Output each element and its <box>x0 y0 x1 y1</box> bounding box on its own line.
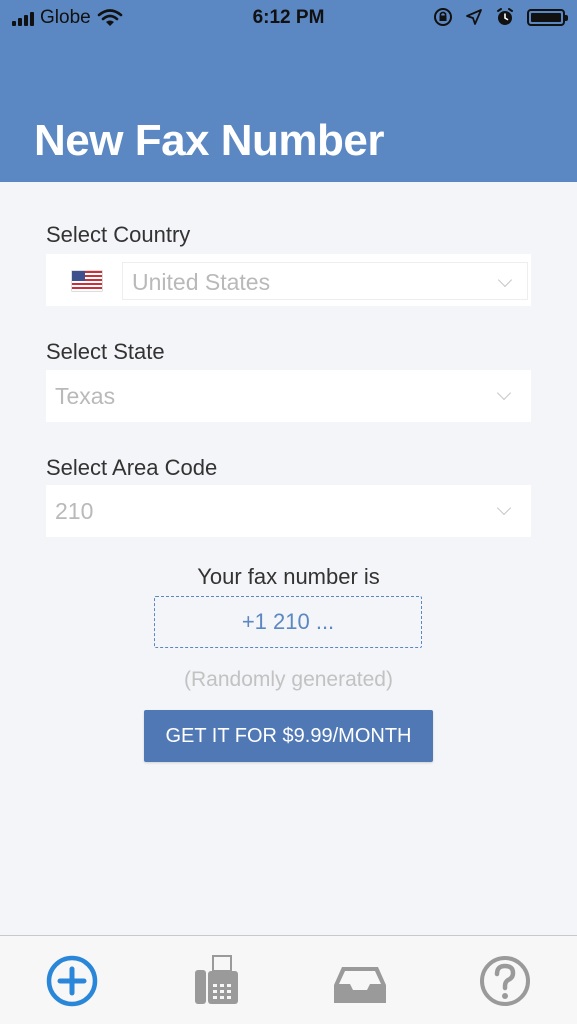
tab-inbox[interactable] <box>330 951 390 1011</box>
alarm-clock-icon <box>497 8 513 25</box>
header: Globe 6:12 PM New Fax Number <box>0 0 577 182</box>
chevron-down-icon <box>496 385 512 401</box>
country-label: Select Country <box>46 222 191 247</box>
country-dropdown[interactable]: United States <box>122 262 528 300</box>
area-code-value: 210 <box>55 498 94 524</box>
orientation-lock-icon <box>434 8 452 26</box>
chevron-down-icon <box>497 272 513 288</box>
area-code-select[interactable]: 210 <box>46 485 531 537</box>
area-code-label: Select Area Code <box>46 455 218 480</box>
tab-fax[interactable] <box>186 951 246 1011</box>
tab-bar <box>0 935 577 1024</box>
state-select[interactable]: Texas <box>46 370 531 422</box>
status-bar: Globe 6:12 PM <box>0 0 577 38</box>
us-flag-icon <box>72 271 102 291</box>
state-label: Select State <box>46 339 165 364</box>
tab-new-number[interactable] <box>42 951 102 1011</box>
purchase-button[interactable]: GET IT FOR $9.99/MONTH <box>144 710 433 762</box>
plus-circle-icon <box>46 955 98 1007</box>
inbox-tray-icon <box>334 967 386 1003</box>
fax-number-caption: Your fax number is <box>197 564 380 589</box>
random-note: (Randomly generated) <box>184 668 393 691</box>
status-right <box>433 7 568 27</box>
fax-machine-icon <box>195 955 238 1004</box>
chevron-down-icon <box>496 500 512 516</box>
location-arrow-icon <box>466 9 482 25</box>
country-value: United States <box>132 269 271 295</box>
help-circle-icon <box>480 956 530 1006</box>
battery-icon <box>527 8 568 26</box>
page-title: New Fax Number <box>34 116 384 165</box>
state-value: Texas <box>55 383 116 409</box>
tab-help[interactable] <box>475 951 535 1011</box>
country-select[interactable]: United States <box>46 254 531 306</box>
fax-number-display: +1 210 ... <box>154 596 422 648</box>
